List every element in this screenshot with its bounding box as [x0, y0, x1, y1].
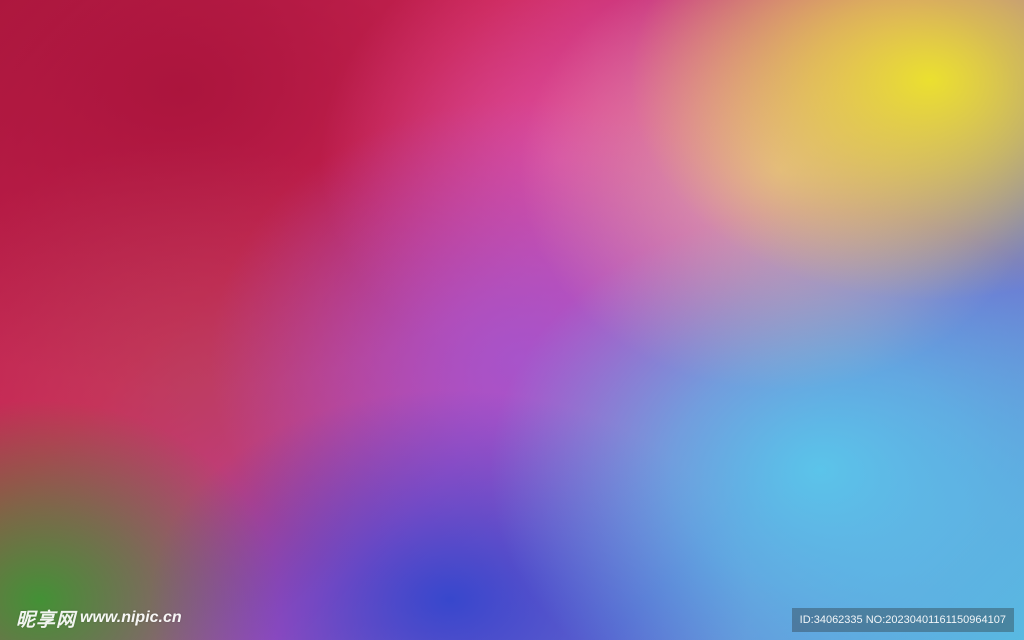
watermark-logo: 昵享网: [16, 608, 77, 631]
image-id-bar: ID:34062335 NO:20230401161150964107: [791, 608, 1014, 632]
gradient-background-image: 昵享网 www.nipic.cn ID:34062335 NO:20230401…: [0, 0, 1024, 640]
nipic-watermark: 昵享网 www.nipic.cn: [16, 604, 182, 632]
watermark-url: www.nipic.cn: [80, 609, 182, 626]
